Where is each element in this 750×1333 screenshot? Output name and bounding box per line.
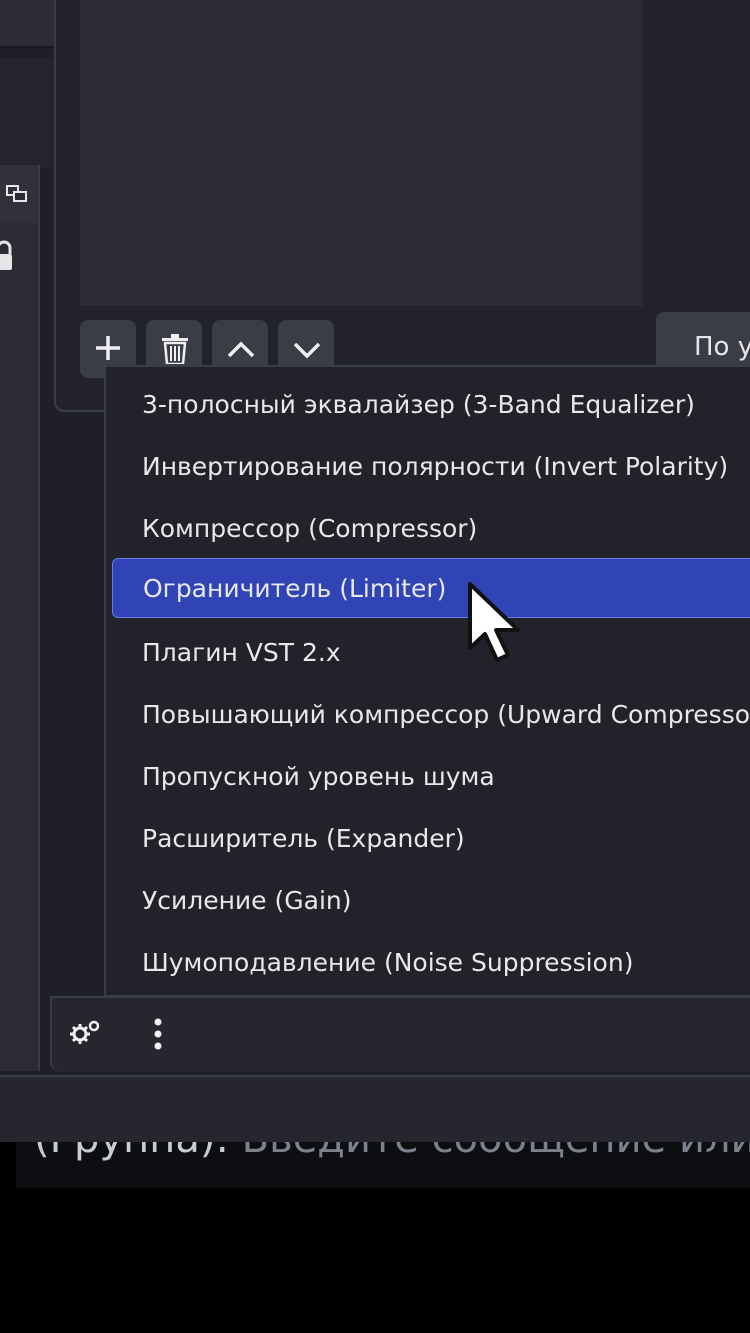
menu-item-3-band-equalizer[interactable]: 3-полосный эквалайзер (3-Band Equalizer): [112, 375, 750, 435]
menu-item-compressor[interactable]: Компрессор (Compressor): [112, 499, 750, 559]
mouse-cursor-icon: [468, 582, 520, 662]
settings-button[interactable]: [70, 1020, 102, 1048]
sources-icon[interactable]: [6, 183, 28, 205]
sources-panel-header: [0, 165, 38, 223]
filters-list[interactable]: [80, 0, 643, 306]
chevron-down-icon: [293, 342, 321, 359]
chevron-up-icon: [227, 341, 255, 358]
status-bar: [0, 1075, 750, 1142]
menu-item-vst-plugin[interactable]: Плагин VST 2.x: [112, 623, 750, 683]
app-window: По у 3-полосный эквалайзер (3-Band Equal…: [0, 0, 750, 1142]
trash-icon: [162, 334, 188, 364]
menu-item-expander[interactable]: Расширитель (Expander): [112, 809, 750, 869]
more-options-button[interactable]: [152, 1018, 164, 1054]
chat-placeholder: Введите сообщение или: [229, 1142, 750, 1162]
chat-input-text: (Группа): Введите сообщение или: [34, 1142, 750, 1162]
menu-item-invert-polarity[interactable]: Инвертирование полярности (Invert Polari…: [112, 437, 750, 497]
menu-item-upward-compressor[interactable]: Повышающий компрессор (Upward Compressor…: [112, 685, 750, 745]
add-filter-menu: 3-полосный эквалайзер (3-Band Equalizer)…: [104, 365, 750, 997]
chat-input[interactable]: (Группа): Введите сообщение или: [16, 1142, 750, 1188]
top-strip: [0, 0, 60, 48]
sources-panel: [0, 165, 40, 1071]
more-vertical-icon: [154, 1018, 162, 1050]
menu-item-limiter[interactable]: Ограничитель (Limiter): [112, 558, 750, 618]
defaults-button-label: По у: [694, 332, 750, 362]
chat-author: (Группа):: [34, 1142, 229, 1162]
lock-icon[interactable]: [0, 240, 12, 276]
menu-item-gain[interactable]: Усиление (Gain): [112, 871, 750, 931]
gear-icon: [70, 1020, 100, 1044]
menu-item-noise-gate[interactable]: Пропускной уровень шума: [112, 747, 750, 807]
plus-icon: [96, 336, 120, 360]
left-top-panel: [0, 58, 62, 168]
menu-item-noise-suppression[interactable]: Шумоподавление (Noise Suppression): [112, 933, 750, 993]
bottom-toolbar: [50, 996, 750, 1072]
